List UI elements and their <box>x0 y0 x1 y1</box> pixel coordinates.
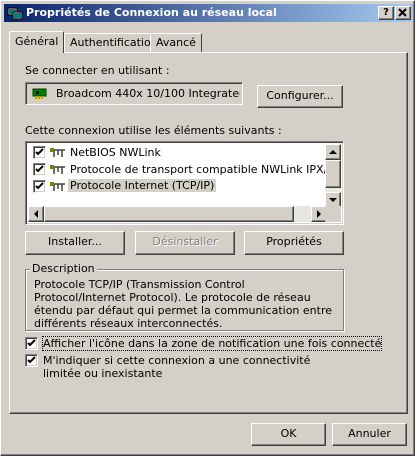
tab-general[interactable]: Général <box>9 31 64 53</box>
vertical-scrollbar[interactable] <box>325 144 341 208</box>
uninstall-button[interactable]: Désinstaller <box>135 231 235 255</box>
connect-using-label: Se connecter en utilisant : <box>25 64 170 77</box>
tab-authentication[interactable]: Authentification <box>64 33 158 52</box>
window-title: Propriétés de Connexion au réseau local <box>26 6 277 19</box>
notify-label: M'indiquer si cette connexion a une conn… <box>43 354 311 380</box>
list-item-label-selected: Protocole Internet (TCP/IP) <box>68 179 217 192</box>
components-label: Cette connexion utilise les éléments sui… <box>25 124 282 137</box>
adapter-name: Broadcom 440x 10/100 Integrated Cc <box>56 87 240 100</box>
tcpip-checkbox[interactable] <box>33 180 46 193</box>
arrow-down-icon <box>329 198 337 202</box>
arrow-right-icon <box>317 210 321 218</box>
uninstall-button-label: Désinstaller <box>152 235 218 248</box>
nwlink-checkbox[interactable] <box>33 163 46 176</box>
properties-button[interactable]: Propriétés <box>244 231 344 255</box>
tab-authentication-label: Authentification <box>70 36 158 49</box>
scroll-up-button[interactable] <box>325 144 341 160</box>
show-icon-option[interactable]: Afficher l'icône dans la zone de notific… <box>25 336 383 351</box>
properties-dialog: Propriétés de Connexion au réseau local … <box>0 0 415 456</box>
tab-advanced-label: Avancé <box>156 36 196 49</box>
show-icon-checkbox[interactable] <box>25 337 38 350</box>
install-button[interactable]: Installer... <box>25 231 125 255</box>
ok-button[interactable]: OK <box>251 423 326 446</box>
netbios-checkbox[interactable] <box>33 146 46 159</box>
components-list[interactable]: NetBIOS NWLink Protocole de transport co… <box>25 141 344 225</box>
description-title: Description <box>30 262 97 275</box>
close-icon <box>398 8 407 17</box>
close-button[interactable] <box>395 6 411 20</box>
notify-option[interactable]: M'indiquer si cette connexion a une conn… <box>25 354 345 382</box>
list-item-label: NetBIOS NWLink <box>70 146 161 159</box>
ok-button-label: OK <box>280 427 297 440</box>
show-icon-label: Afficher l'icône dans la zone de notific… <box>41 336 383 351</box>
network-connection-icon <box>7 5 23 21</box>
configure-button[interactable]: Configurer... <box>257 85 343 108</box>
notify-checkbox[interactable] <box>25 354 38 367</box>
protocol-icon <box>50 147 66 162</box>
network-adapter-icon <box>32 87 48 102</box>
adapter-field: Broadcom 440x 10/100 Integrated Cc <box>25 82 243 105</box>
properties-button-label: Propriétés <box>266 235 322 248</box>
vertical-scroll-thumb[interactable] <box>325 160 341 188</box>
install-button-label: Installer... <box>48 235 102 248</box>
title-bar[interactable]: Propriétés de Connexion au réseau local … <box>4 4 413 22</box>
list-item-label: Protocole de transport compatible NWLink… <box>70 163 326 176</box>
protocol-icon <box>50 164 66 178</box>
list-item-nwlink[interactable]: Protocole de transport compatible NWLink… <box>28 161 326 178</box>
tab-general-label: Général <box>15 35 59 48</box>
scroll-corner <box>325 206 341 222</box>
protocol-icon <box>50 181 66 196</box>
arrow-up-icon <box>329 150 337 154</box>
scroll-left-button[interactable] <box>28 206 44 222</box>
help-button[interactable]: ? <box>378 6 394 20</box>
horizontal-scroll-thumb[interactable] <box>44 206 294 222</box>
list-item-tcpip[interactable]: Protocole Internet (TCP/IP) <box>28 178 326 195</box>
tab-advanced[interactable]: Avancé <box>150 33 202 52</box>
cancel-button[interactable]: Annuler <box>332 423 407 446</box>
arrow-left-icon <box>34 210 38 218</box>
description-text: Protocole TCP/IP (Transmission Control P… <box>34 278 332 327</box>
horizontal-scrollbar[interactable] <box>28 206 327 222</box>
list-item-netbios[interactable]: NetBIOS NWLink <box>28 144 326 161</box>
cancel-button-label: Annuler <box>348 427 391 440</box>
configure-button-label: Configurer... <box>266 89 334 102</box>
